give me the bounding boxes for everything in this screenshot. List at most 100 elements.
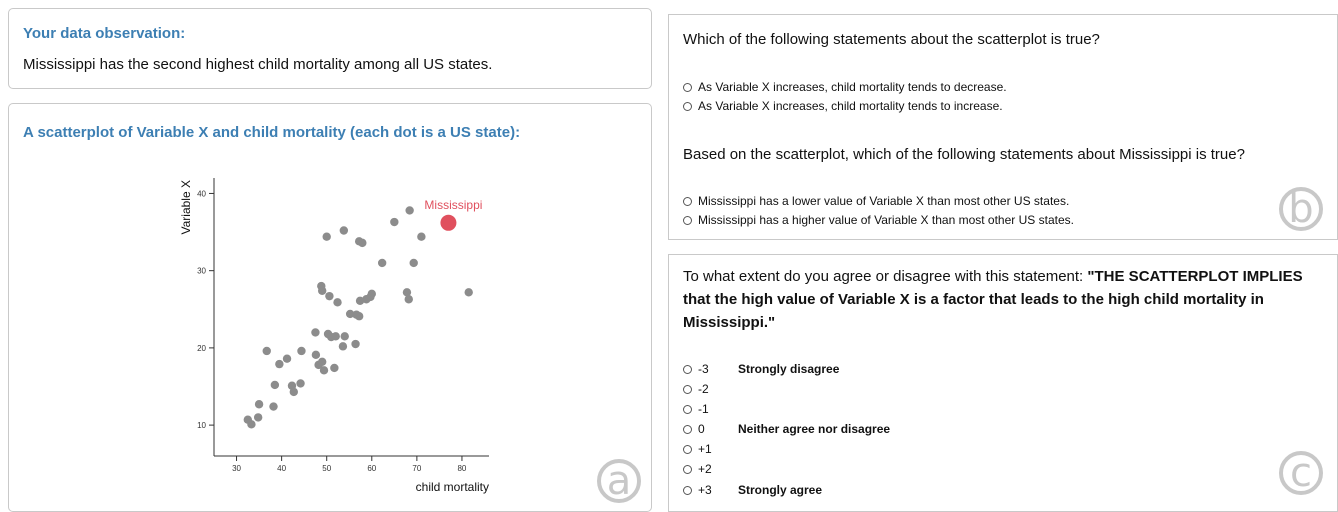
panel-label-b: b <box>1279 187 1323 231</box>
y-tick-label: 40 <box>197 189 206 198</box>
radio-button[interactable] <box>683 364 692 374</box>
data-point <box>296 379 305 388</box>
panel-label-a: a <box>597 459 641 503</box>
observation-text: Mississippi has the second highest child… <box>23 56 493 73</box>
option-label: As Variable X increases, child mortality… <box>698 99 1003 113</box>
y-tick-label: 20 <box>197 344 206 353</box>
data-point <box>340 332 349 341</box>
data-point <box>390 217 399 227</box>
y-tick-label: 30 <box>197 267 206 276</box>
data-point <box>319 366 329 375</box>
x-tick-label: 30 <box>232 464 241 473</box>
radio-button[interactable] <box>683 404 692 414</box>
y-tick-label: 10 <box>197 421 206 430</box>
data-point <box>354 312 364 321</box>
x-tick-label: 80 <box>457 464 466 473</box>
data-point <box>297 346 306 356</box>
x-tick-label: 50 <box>322 464 331 473</box>
data-point <box>367 289 376 299</box>
data-point <box>358 238 367 248</box>
data-point <box>333 298 342 307</box>
data-point <box>317 357 327 366</box>
radio-button[interactable] <box>683 424 692 434</box>
radio-button[interactable] <box>683 485 692 495</box>
likert-value: +1 <box>698 442 712 456</box>
scatterplot-heading: A scatterplot of Variable X and child mo… <box>23 124 521 141</box>
data-point <box>253 413 263 422</box>
observation-heading: Your data observation: <box>23 25 186 42</box>
likert-option[interactable]: -3 Strongly disagree <box>683 362 839 376</box>
likert-option[interactable]: -2 <box>683 382 738 396</box>
question-trend: Which of the following statements about … <box>683 31 1100 48</box>
data-point <box>404 295 413 304</box>
data-point <box>282 354 292 363</box>
x-tick-label: 60 <box>367 464 376 473</box>
agreement-panel: To what extent do you agree or disagree … <box>668 254 1338 512</box>
x-tick-label: 70 <box>412 464 421 473</box>
data-point <box>351 339 360 349</box>
data-point <box>417 232 426 241</box>
data-point <box>262 346 271 356</box>
radio-button[interactable] <box>683 444 692 454</box>
highlight-label: Mississippi <box>424 198 482 212</box>
data-point <box>331 332 340 341</box>
likert-value: -1 <box>698 402 709 416</box>
radio-button[interactable] <box>683 101 692 111</box>
x-axis-label: child mortality <box>416 480 489 494</box>
radio-button[interactable] <box>683 464 692 474</box>
data-point <box>269 402 278 411</box>
data-point <box>311 328 320 337</box>
likert-label: Neither agree nor disagree <box>738 422 891 436</box>
trend-option-decrease[interactable]: As Variable X increases, child mortality… <box>683 80 1007 94</box>
likert-label: Strongly agree <box>738 483 823 497</box>
question-mississippi: Based on the scatterplot, which of the f… <box>683 146 1245 163</box>
likert-value: -3 <box>698 362 709 376</box>
likert-option[interactable]: +2 <box>683 462 738 476</box>
data-point <box>405 206 414 215</box>
trend-option-increase[interactable]: As Variable X increases, child mortality… <box>683 99 1003 113</box>
scatterplot-panel: A scatterplot of Variable X and child mo… <box>8 103 652 512</box>
y-axis-label: Variable X <box>179 180 193 234</box>
likert-option[interactable]: -1 <box>683 402 738 416</box>
likert-value: -2 <box>698 382 709 396</box>
highlight-point <box>440 214 457 231</box>
data-point <box>317 286 327 295</box>
data-point <box>322 232 331 241</box>
data-point <box>464 288 473 297</box>
likert-value: +2 <box>698 462 712 476</box>
agreement-prompt-prefix: To what extent do you agree or disagree … <box>683 268 1088 285</box>
data-point <box>339 226 349 235</box>
scatterplot-questions-panel: Which of the following statements about … <box>668 14 1338 240</box>
x-tick-label: 40 <box>277 464 286 473</box>
data-point <box>247 420 256 429</box>
data-point <box>377 258 387 268</box>
agreement-prompt: To what extent do you agree or disagree … <box>683 265 1323 334</box>
radio-button[interactable] <box>683 196 692 206</box>
mississippi-option-higher[interactable]: Mississippi has a higher value of Variab… <box>683 213 1074 227</box>
radio-button[interactable] <box>683 384 692 394</box>
radio-button[interactable] <box>683 215 692 225</box>
data-point <box>275 359 284 369</box>
likert-option[interactable]: 0 Neither agree nor disagree <box>683 422 890 436</box>
data-point <box>270 380 280 390</box>
likert-value: +3 <box>698 483 712 497</box>
data-point <box>311 350 321 360</box>
data-point <box>338 342 348 351</box>
observation-panel: Your data observation: Mississippi has t… <box>8 8 652 89</box>
scatterplot-chart: 30 40 50 60 70 80 10 20 30 40 child mortality Varia… <box>179 178 489 494</box>
data-point <box>409 258 418 268</box>
mississippi-option-lower[interactable]: Mississippi has a lower value of Variabl… <box>683 194 1069 208</box>
data-point <box>254 400 264 409</box>
likert-option[interactable]: +1 <box>683 442 738 456</box>
panel-label-c: c <box>1279 451 1323 495</box>
likert-option[interactable]: +3 Strongly agree <box>683 483 822 497</box>
option-label: As Variable X increases, child mortality… <box>698 80 1007 94</box>
option-label: Mississippi has a lower value of Variabl… <box>698 194 1070 208</box>
data-point <box>289 387 298 397</box>
radio-button[interactable] <box>683 82 692 92</box>
likert-value: 0 <box>698 422 705 436</box>
likert-label: Strongly disagree <box>738 362 840 376</box>
data-point <box>330 363 339 373</box>
data-point <box>325 291 334 301</box>
option-label: Mississippi has a higher value of Variab… <box>698 213 1074 227</box>
